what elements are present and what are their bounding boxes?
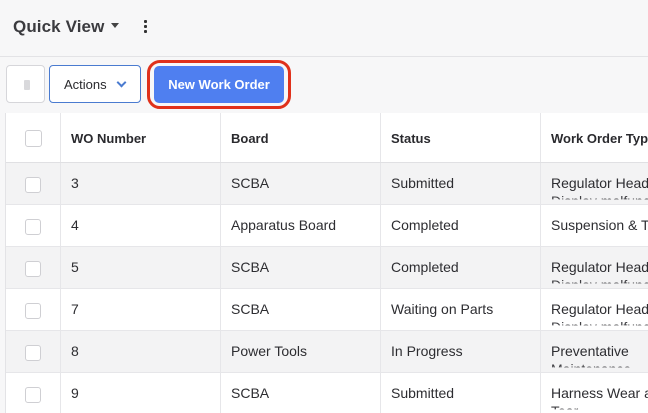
- board-name: SCBA: [231, 259, 270, 275]
- toolbar: Actions New Work Order: [0, 57, 648, 113]
- work-order-type: Preventative: [551, 343, 629, 359]
- board-name: Power Tools: [231, 343, 308, 359]
- more-options-icon[interactable]: [141, 20, 149, 36]
- work-order-type-line2: Maintenance: [551, 361, 632, 372]
- table-header-row: WO Number Board Status Work Order Typ: [6, 113, 648, 163]
- status-text: Submitted: [391, 175, 455, 191]
- chevron-down-icon[interactable]: [111, 23, 119, 28]
- work-order-type-line2: Display malfunc: [551, 319, 648, 330]
- chevron-down-icon: [116, 77, 127, 88]
- work-order-type: Regulator Head: [551, 175, 648, 191]
- column-header[interactable]: WO Number: [71, 131, 146, 146]
- work-order-type: Harness Wear a: [551, 385, 648, 401]
- status-text: In Progress: [391, 343, 463, 359]
- page-title: Quick View: [13, 17, 105, 36]
- work-order-type-line2: Tear: [551, 403, 579, 413]
- wo-number: 4: [71, 217, 79, 233]
- row-checkbox[interactable]: [25, 387, 41, 403]
- work-order-type: Suspension & T: [551, 217, 648, 233]
- wo-number: 8: [71, 343, 79, 359]
- row-checkbox[interactable]: [25, 261, 41, 277]
- wo-number: 7: [71, 301, 79, 317]
- work-order-type: Regulator Head: [551, 259, 648, 275]
- table-row[interactable]: 9 SCBA Submitted Harness Wear a Tear: [6, 373, 648, 413]
- table-row[interactable]: 7 SCBA Waiting on Parts Regulator Head Di…: [6, 289, 648, 331]
- column-header[interactable]: Work Order Typ: [551, 131, 648, 146]
- table-row[interactable]: 4 Apparatus Board Completed Suspension &…: [6, 205, 648, 247]
- work-order-type-line2: Display malfunc: [551, 277, 648, 288]
- wo-number: 9: [71, 385, 79, 401]
- status-text: Waiting on Parts: [391, 301, 494, 317]
- board-name: SCBA: [231, 175, 270, 191]
- page-header: Quick View: [0, 0, 648, 57]
- select-toggle-button[interactable]: [6, 65, 45, 103]
- status-text: Completed: [391, 217, 459, 233]
- work-orders-table: WO Number Board Status Work Order Typ 3 …: [5, 113, 648, 413]
- status-text: Submitted: [391, 385, 455, 401]
- row-checkbox[interactable]: [25, 177, 41, 193]
- table-row[interactable]: 8 Power Tools In Progress Preventative Ma…: [6, 331, 648, 373]
- row-checkbox[interactable]: [25, 345, 41, 361]
- row-checkbox[interactable]: [25, 303, 41, 319]
- actions-dropdown[interactable]: Actions: [49, 65, 141, 103]
- row-checkbox[interactable]: [25, 219, 41, 235]
- table-row[interactable]: 3 SCBA Submitted Regulator Head Display m…: [6, 163, 648, 205]
- wo-number: 5: [71, 259, 79, 275]
- work-order-type: Regulator Head: [551, 301, 648, 317]
- select-all-checkbox[interactable]: [25, 130, 42, 147]
- status-text: Completed: [391, 259, 459, 275]
- table-row[interactable]: 5 SCBA Completed Regulator Head Display m…: [6, 247, 648, 289]
- select-icon: [24, 80, 30, 90]
- new-work-order-button[interactable]: New Work Order: [154, 66, 284, 103]
- wo-number: 3: [71, 175, 79, 191]
- column-header[interactable]: Board: [231, 131, 269, 146]
- column-header[interactable]: Status: [391, 131, 431, 146]
- board-name: Apparatus Board: [231, 217, 337, 233]
- board-name: SCBA: [231, 301, 270, 317]
- work-order-type-line2: Display malfunc: [551, 193, 648, 204]
- board-name: SCBA: [231, 385, 270, 401]
- actions-label: Actions: [64, 77, 107, 92]
